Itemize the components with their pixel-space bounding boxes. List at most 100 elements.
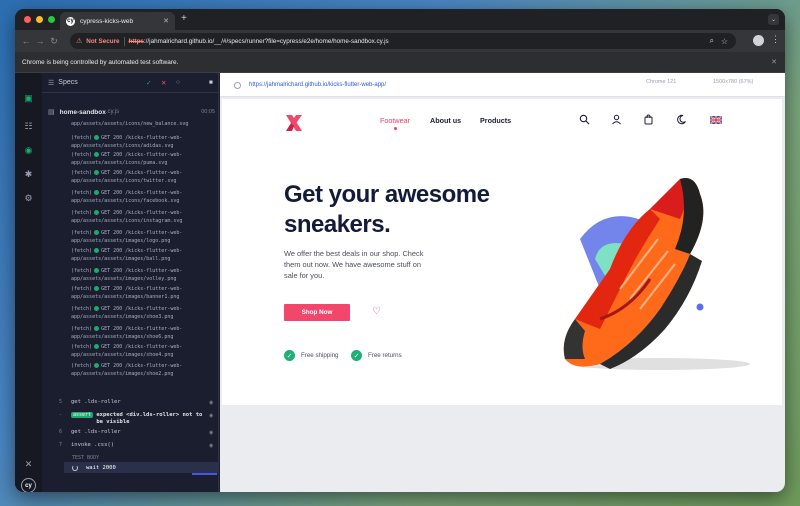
close-window-button[interactable] (24, 16, 31, 23)
network-log-row[interactable]: (fetch) GET 200 /kicks-flutter-web-app/as… (71, 210, 211, 225)
progress-indicator (192, 473, 217, 475)
project-icon[interactable]: ▣ (23, 93, 34, 104)
hero-title-line-2: sneakers. (284, 211, 391, 238)
tab-strip: cy cypress-kicks-web ✕ + ⌄ (15, 9, 785, 30)
search-icon[interactable] (579, 114, 590, 125)
network-log-row[interactable]: (fetch) GET 200 /kicks-flutter-web-app/as… (71, 170, 211, 185)
address-bar[interactable]: ⚠ Not Secure https://jahmalrichard.githu… (70, 33, 736, 49)
eye-icon[interactable]: ◉ (209, 399, 213, 406)
browser-window: cy cypress-kicks-web ✕ + ⌄ ← → ↻ ⚠ Not S… (15, 9, 785, 492)
spec-ext: .cy.js (105, 109, 120, 115)
pending-count: ○ (176, 79, 180, 86)
tab-search-icon[interactable]: ⌄ (768, 14, 779, 25)
runs-icon[interactable]: ◉ (23, 145, 34, 156)
network-log-row[interactable]: (fetch) GET 200 /kicks-flutter-web-app/as… (71, 248, 211, 263)
network-log-row[interactable]: (fetch) GET 200 /kicks-flutter-web-app/as… (71, 268, 211, 283)
back-icon[interactable]: ← (19, 36, 33, 46)
spec-name: home-sandbox (59, 108, 106, 116)
zoom-icon[interactable]: ⌕ (710, 36, 714, 46)
network-log-row[interactable]: (fetch) GET 200 /kicks-flutter-web-app/as… (71, 286, 211, 301)
moon-icon[interactable] (676, 114, 687, 125)
minimize-window-button[interactable] (36, 16, 43, 23)
nav-footwear[interactable]: Footwear (380, 116, 410, 125)
check-icon: ✓ (284, 350, 295, 361)
browser-selector[interactable]: Chrome 121 (646, 79, 676, 85)
aut-refresh-icon[interactable] (234, 81, 241, 89)
network-log-row[interactable]: (fetch) GET 200 /kicks-flutter-web-app/as… (71, 230, 211, 245)
nav-products[interactable]: Products (480, 116, 511, 125)
forward-icon[interactable]: → (33, 36, 47, 46)
aut-url: https://jahmalrichard.github.io/kicks-fl… (249, 82, 387, 88)
hero-subtitle: We offer the best deals in our shop. Che… (284, 249, 424, 280)
feature-label: Free returns (368, 352, 402, 359)
assert-row[interactable]: - assert expected <div.lds-roller> not t… (59, 412, 218, 426)
bag-icon[interactable] (643, 114, 654, 125)
command-row[interactable]: 6 get .lds-roller ◉ (59, 429, 218, 436)
fetch-label: (fetch) (71, 363, 93, 369)
network-log-row[interactable]: (fetch) GET 200 /kicks-flutter-web-app/as… (71, 344, 211, 359)
fetch-label: (fetch) (71, 210, 93, 216)
viewport-info[interactable]: 1500x780 (67%) (713, 79, 753, 85)
infobar-close-icon[interactable]: ✕ (771, 58, 777, 66)
new-tab-icon[interactable]: + (181, 13, 187, 24)
aut-url-bar[interactable]: https://jahmalrichard.github.io/kicks-fl… (234, 78, 649, 92)
spec-title-row[interactable]: ▤ home-sandbox .cy.js 00:05 (42, 106, 218, 118)
network-log-row[interactable]: (fetch) GET 200 /kicks-flutter-web-app/as… (71, 326, 211, 341)
cypress-logo-icon: cy (21, 478, 36, 492)
passed-count: ✓ (146, 80, 152, 87)
browser-menu-icon[interactable]: ⋮ (771, 34, 780, 45)
active-command-row[interactable]: wait 2000 (64, 462, 218, 473)
browser-toolbar: ← → ↻ ⚠ Not Secure https://jahmalrichard… (15, 30, 785, 52)
fetch-label: (fetch) (71, 248, 93, 254)
sneaker-hero-image (563, 178, 750, 370)
status-dot-icon (94, 152, 100, 157)
nav-about-us[interactable]: About us (430, 116, 461, 125)
status-dot-icon (94, 363, 100, 368)
reload-icon[interactable]: ↻ (47, 36, 61, 47)
fetch-label: (fetch) (71, 135, 93, 141)
specs-label[interactable]: Specs (58, 79, 77, 86)
network-log-row[interactable]: (fetch) GET 200 /kicks-flutter-web-app/as… (71, 363, 211, 378)
status-dot-icon (94, 326, 100, 331)
network-log-row[interactable]: (fetch) GET 200 /kicks-flutter-web-app/as… (71, 152, 211, 167)
status-dot-icon (94, 248, 100, 253)
not-secure-label[interactable]: Not Secure (86, 38, 119, 45)
debug-icon[interactable]: ✱ (23, 169, 34, 180)
status-dot-icon (94, 268, 100, 273)
tab-close-icon[interactable]: ✕ (163, 17, 169, 25)
hero-title-line-1: Get your awesome (284, 181, 490, 208)
app-under-test-pane: https://jahmalrichard.github.io/kicks-fl… (220, 73, 785, 492)
profile-avatar[interactable] (753, 35, 764, 46)
network-log-row[interactable]: (fetch) GET 200 /kicks-flutter-web-app/as… (71, 306, 211, 321)
keyboard-shortcuts-icon[interactable]: ✕ (23, 459, 34, 470)
status-dot-icon (94, 210, 100, 215)
test-body-label: TEST BODY (72, 455, 100, 461)
maximize-window-button[interactable] (48, 16, 55, 23)
command-row[interactable]: 5 get .lds-roller ◉ (59, 399, 218, 406)
network-log-row[interactable]: (fetch) GET 200 /kicks-flutter-web-app/as… (71, 135, 211, 150)
uk-flag-icon[interactable] (710, 116, 722, 124)
specs-list-icon[interactable]: ☰ (48, 79, 54, 87)
heart-icon[interactable]: ♡ (372, 306, 381, 317)
status-dot-icon (94, 230, 100, 235)
eye-icon[interactable]: ◉ (209, 429, 213, 436)
nav-active-dot (394, 127, 397, 130)
bookmark-star-icon[interactable]: ☆ (721, 37, 728, 46)
shop-now-button[interactable]: Shop Now (284, 304, 350, 321)
settings-gear-icon[interactable]: ⚙ (23, 193, 34, 204)
automation-infobar: Chrome is being controlled by automated … (15, 52, 785, 73)
user-icon[interactable] (611, 114, 622, 125)
status-dot-icon (94, 306, 100, 311)
fetch-label: (fetch) (71, 170, 93, 176)
kicks-homepage: Footwear About us Products Get your awes… (222, 99, 782, 405)
browser-tab[interactable]: cy cypress-kicks-web ✕ (60, 12, 175, 30)
eye-icon[interactable]: ◉ (209, 442, 213, 449)
network-log-row[interactable]: (fetch) GET 200 /kicks-flutter-web-app/as… (71, 190, 211, 205)
stop-icon[interactable]: ■ (209, 79, 213, 86)
eye-icon[interactable]: ◉ (209, 412, 213, 419)
specs-list-icon[interactable]: ☷ (23, 121, 34, 132)
network-log-row[interactable]: app/assets/assets/icons/new_balance.svg (71, 121, 211, 129)
fetch-label: (fetch) (71, 344, 93, 350)
kicks-logo-icon[interactable] (284, 113, 304, 133)
command-row[interactable]: 7 invoke .css() ◉ (59, 442, 218, 449)
